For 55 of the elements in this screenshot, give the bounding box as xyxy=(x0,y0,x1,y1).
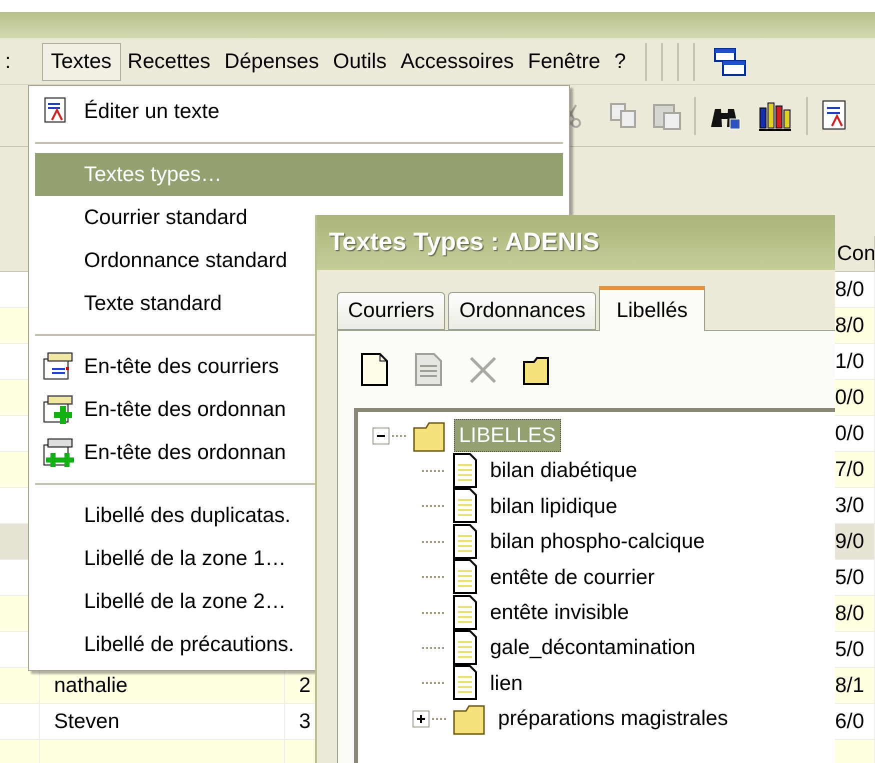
tab[interactable]: Courriers xyxy=(337,292,446,330)
header-icon xyxy=(43,436,75,468)
menu-item[interactable]: Éditer un texte xyxy=(35,90,563,133)
document-icon xyxy=(452,453,478,490)
header-icon xyxy=(43,394,75,426)
table-cell-text: nathalie xyxy=(54,672,128,699)
document-icon xyxy=(452,488,478,524)
table-cell-text: 7/0 xyxy=(835,456,864,483)
column-header: Con xyxy=(837,240,874,267)
table-cell-text: 9/0 xyxy=(835,528,864,555)
menu-item[interactable]: ? xyxy=(607,43,633,81)
menu-item[interactable]: Textes xyxy=(42,43,121,81)
table-cell-text: 8/0 xyxy=(835,276,864,303)
document-icon[interactable] xyxy=(822,100,848,132)
tab[interactable]: Ordonnances xyxy=(448,292,596,330)
tree-item[interactable]: bilan diabétique xyxy=(486,455,642,487)
header-icon xyxy=(43,350,75,382)
new-document-icon[interactable] xyxy=(360,352,390,388)
menu-item[interactable]: Outils xyxy=(326,43,394,81)
tree-item[interactable]: bilan lipidique xyxy=(486,490,622,522)
menu-item[interactable]: Accessoires xyxy=(394,43,521,81)
tree-item[interactable]: bilan phospho-calcique xyxy=(486,526,709,558)
tree-item[interactable]: préparations magistrales xyxy=(494,703,732,735)
menu-item[interactable]: Fenêtre xyxy=(520,43,608,81)
document-icon xyxy=(452,524,478,560)
table-cell-text: 6/0 xyxy=(835,708,864,735)
table-cell-text: 0/0 xyxy=(835,420,864,447)
menu-item[interactable]: Recettes xyxy=(120,43,218,81)
document-icon xyxy=(452,665,478,702)
tree-item[interactable]: lien xyxy=(486,668,527,700)
tab[interactable]: Libellés xyxy=(599,286,705,331)
table-cell-text: Steven xyxy=(54,708,120,735)
window-title: Textes Types : ADENIS xyxy=(329,226,600,258)
table-cell-text: 3 xyxy=(299,708,311,735)
table-cell-text: 2 xyxy=(299,672,311,699)
table-cell-text: 8/0 xyxy=(835,600,864,627)
menu-item[interactable]: : xyxy=(0,43,18,81)
document-icon xyxy=(452,594,478,631)
table-cell-text: 8/0 xyxy=(835,312,864,339)
table-cell-text: 8/1 xyxy=(835,672,864,699)
table-cell-text: 0/0 xyxy=(835,384,864,411)
table-cell-text: 1/0 xyxy=(835,348,864,375)
tree-item[interactable]: entête de courrier xyxy=(486,562,659,593)
tree-item[interactable]: entête invisible xyxy=(486,596,633,628)
document-icon xyxy=(452,630,478,666)
collapse-icon[interactable] xyxy=(372,426,390,445)
table-cell-text: 5/0 xyxy=(835,564,864,591)
bar-chart-icon[interactable] xyxy=(758,100,792,132)
menu-item[interactable]: Dépenses xyxy=(217,43,326,81)
document-icon xyxy=(452,559,478,596)
tree-item[interactable]: gale_décontamination xyxy=(486,632,700,664)
expand-icon[interactable] xyxy=(412,710,430,728)
cascade-windows-icon[interactable] xyxy=(712,47,747,77)
table-cell-text: 5/0 xyxy=(835,636,864,663)
table-cell-text: 3/0 xyxy=(835,492,864,519)
